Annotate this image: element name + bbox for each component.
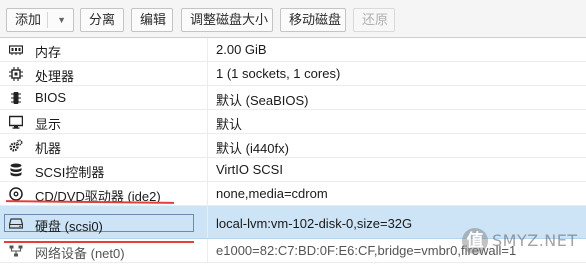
cdrom-icon [9, 187, 23, 201]
hardware-row-scsi-controller[interactable]: SCSI控制器 VirtIO SCSI [0, 158, 586, 182]
watermark-logo: 值 [462, 228, 488, 254]
row-value: local-lvm:vm-102-disk-0,size=32G [216, 216, 413, 231]
row-name: 内存 [35, 45, 62, 60]
gears-icon [9, 139, 23, 152]
add-button[interactable]: 添加 ▼ [6, 8, 74, 32]
bios-chip-icon [11, 92, 21, 104]
memory-icon [9, 45, 23, 55]
hardware-row-processor[interactable]: 处理器 1 (1 sockets, 1 cores) [0, 62, 586, 86]
column-divider [207, 206, 208, 238]
move-disk-button-label: 移动磁盘 [289, 12, 342, 27]
row-name: 机器 [35, 141, 62, 156]
row-name: 显示 [35, 117, 62, 132]
hardware-row-display[interactable]: 显示 默认 [0, 110, 586, 134]
row-value: 默认 (SeaBIOS) [216, 93, 309, 108]
hardware-row-machine[interactable]: 机器 默认 (i440fx) [0, 134, 586, 158]
column-divider [207, 110, 208, 133]
edit-button-label: 编辑 [140, 12, 167, 27]
row-value: 1 (1 sockets, 1 cores) [216, 66, 341, 81]
hardware-row-memory[interactable]: 内存 2.00 GiB [0, 38, 586, 62]
database-icon [10, 163, 22, 177]
column-divider [207, 86, 208, 109]
network-icon [9, 245, 23, 257]
annotation-underline [4, 241, 194, 243]
column-divider [207, 239, 208, 262]
detach-button[interactable]: 分离 [80, 8, 124, 32]
row-name: 处理器 [35, 69, 75, 84]
revert-button-label: 还原 [362, 12, 389, 27]
column-divider [207, 134, 208, 157]
row-value: 默认 (i440fx) [216, 141, 289, 156]
monitor-icon [9, 115, 23, 129]
hardware-toolbar: 添加 ▼ 分离 编辑 调整磁盘大小 移动磁盘 还原 [0, 0, 586, 38]
hardware-row-bios[interactable]: BIOS 默认 (SeaBIOS) [0, 86, 586, 110]
row-name: 网络设备 (net0) [35, 246, 125, 261]
resize-disk-button[interactable]: 调整磁盘大小 [181, 8, 273, 32]
hard-disk-icon [9, 218, 23, 229]
watermark-text: SMYZ.NET [492, 231, 578, 250]
row-value: 2.00 GiB [216, 42, 267, 57]
cpu-icon [9, 67, 23, 81]
column-divider [207, 158, 208, 181]
column-divider [207, 38, 208, 61]
column-divider [207, 62, 208, 85]
column-divider [207, 182, 208, 205]
split-divider [47, 12, 48, 28]
row-value: 默认 [216, 117, 243, 132]
detach-button-label: 分离 [89, 12, 116, 27]
watermark: 值 SMYZ.NET [462, 222, 582, 262]
row-value: VirtIO SCSI [216, 162, 283, 177]
row-value: none,media=cdrom [216, 186, 328, 201]
move-disk-button[interactable]: 移动磁盘 [280, 8, 346, 32]
chevron-down-icon[interactable]: ▼ [57, 9, 66, 31]
row-name: BIOS [35, 90, 67, 105]
row-name: SCSI控制器 [35, 165, 105, 180]
revert-button[interactable]: 还原 [353, 8, 395, 32]
add-button-label: 添加 [15, 12, 42, 27]
edit-button[interactable]: 编辑 [131, 8, 173, 32]
resize-disk-button-label: 调整磁盘大小 [190, 12, 269, 27]
row-name: 硬盘 (scsi0) [35, 219, 103, 234]
